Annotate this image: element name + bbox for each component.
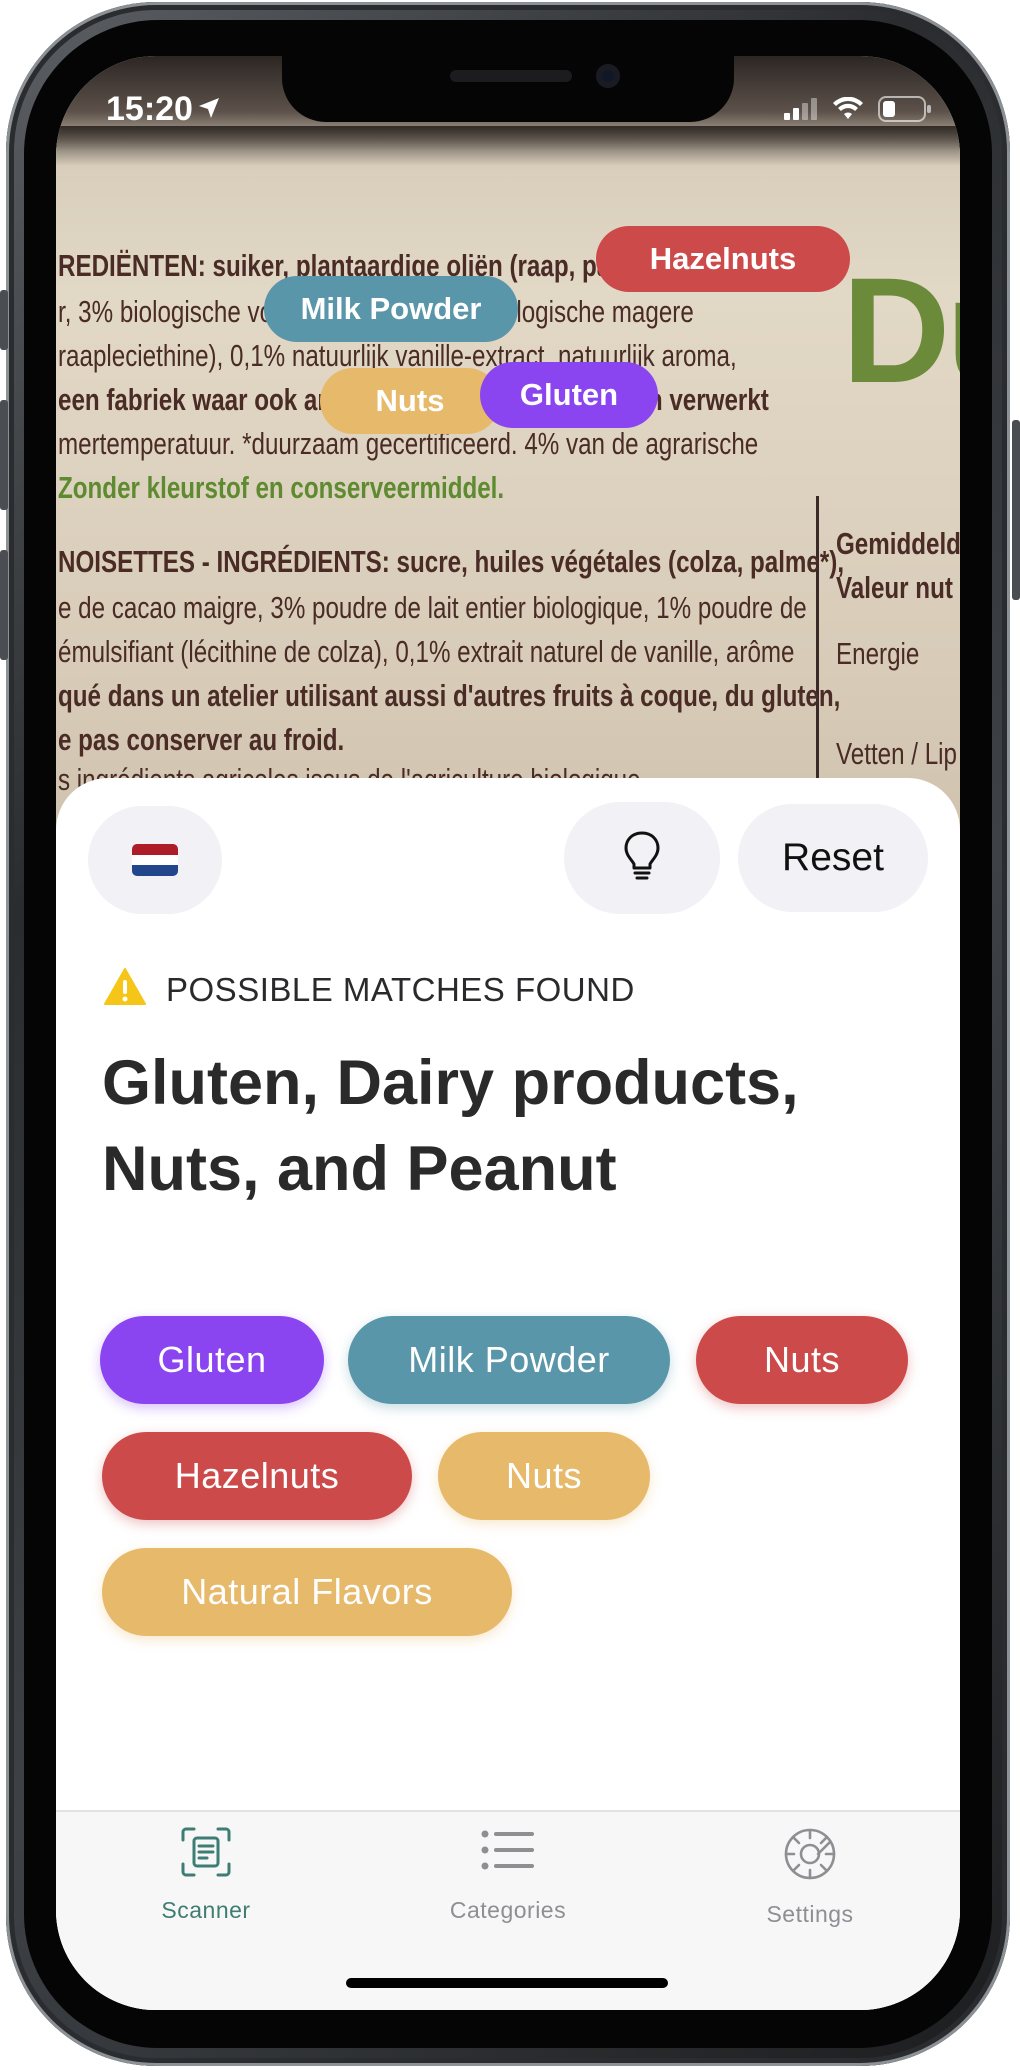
netherlands-flag-icon bbox=[132, 844, 178, 876]
front-camera bbox=[596, 64, 620, 88]
chip-natural-flavors[interactable]: Natural Flavors bbox=[102, 1548, 512, 1636]
label-edge bbox=[56, 126, 960, 166]
tab-label-settings: Settings bbox=[766, 1901, 854, 1927]
earpiece bbox=[450, 70, 572, 82]
label-text-right: Vetten / Lip bbox=[836, 736, 957, 771]
flag-stripe-blue bbox=[132, 865, 178, 876]
location-arrow-icon bbox=[197, 90, 221, 129]
flag-stripe-white bbox=[132, 854, 178, 866]
notch bbox=[282, 56, 734, 122]
gear-icon bbox=[782, 1826, 838, 1887]
flashlight-button[interactable] bbox=[564, 802, 720, 914]
chip-hazelnuts[interactable]: Hazelnuts bbox=[102, 1432, 412, 1520]
tab-settings[interactable]: Settings bbox=[710, 1826, 910, 1928]
chip-gluten[interactable]: Gluten bbox=[100, 1316, 324, 1404]
warning-text: POSSIBLE MATCHES FOUND bbox=[166, 970, 635, 1008]
chip-milk-powder[interactable]: Milk Powder bbox=[348, 1316, 670, 1404]
tab-label-scanner: Scanner bbox=[161, 1897, 251, 1923]
clock: 15:20 bbox=[106, 90, 193, 128]
label-text-line: émulsifiant (lécithine de colza), 0,1% e… bbox=[58, 634, 795, 669]
battery-icon bbox=[878, 96, 932, 127]
label-text-line: Zonder kleurstof en conserveermiddel. bbox=[58, 470, 505, 505]
overlay-chip-milk-powder[interactable]: Milk Powder bbox=[264, 276, 518, 342]
label-text-line: e pas conserver au froid. bbox=[58, 722, 345, 757]
overlay-chip-hazelnuts[interactable]: Hazelnuts bbox=[596, 226, 850, 292]
status-icons bbox=[784, 96, 932, 127]
chip-nuts[interactable]: Nuts bbox=[438, 1432, 650, 1520]
list-icon bbox=[480, 1826, 536, 1883]
volume-up-button bbox=[0, 290, 8, 350]
tab-categories[interactable]: Categories bbox=[408, 1826, 608, 1924]
screen: Du REDIËNTEN: suiker, plantaardige oliën… bbox=[56, 56, 960, 2010]
match-status: POSSIBLE MATCHES FOUND bbox=[104, 968, 635, 1011]
language-button[interactable] bbox=[88, 806, 222, 914]
allergen-headline: Gluten, Dairy products, Nuts, and Peanut bbox=[102, 1048, 799, 1204]
power-button bbox=[1012, 420, 1020, 600]
tab-scanner[interactable]: Scanner bbox=[106, 1826, 306, 1924]
status-time: 15:20 bbox=[106, 90, 221, 129]
label-text-right: Valeur nut bbox=[836, 570, 953, 605]
overlay-chip-nuts[interactable]: Nuts bbox=[320, 368, 500, 434]
home-indicator[interactable] bbox=[346, 1978, 668, 1988]
tab-bar: Scanner Categories Settings bbox=[56, 1810, 960, 2010]
chip-nuts[interactable]: Nuts bbox=[696, 1316, 908, 1404]
label-text-right: Gemiddeld bbox=[836, 526, 960, 561]
warning-icon bbox=[104, 968, 146, 1011]
volume-down-button bbox=[0, 400, 8, 510]
flag-stripe-red bbox=[132, 844, 178, 855]
overlay-chip-gluten[interactable]: Gluten bbox=[480, 362, 658, 428]
scanner-icon bbox=[180, 1826, 232, 1883]
cellular-signal-icon bbox=[784, 98, 818, 125]
volume-down-button-2 bbox=[0, 550, 8, 660]
wifi-icon bbox=[832, 96, 864, 126]
reset-button[interactable]: Reset bbox=[738, 804, 928, 912]
label-text-line: NOISETTES - INGRÉDIENTS: sucre, huiles v… bbox=[58, 544, 845, 579]
label-text-line: qué dans un atelier utilisant aussi d'au… bbox=[58, 678, 841, 713]
product-logo: Du bbox=[842, 246, 960, 414]
lightbulb-icon bbox=[622, 830, 662, 887]
tab-label-categories: Categories bbox=[449, 1897, 567, 1923]
camera-preview[interactable]: Du REDIËNTEN: suiker, plantaardige oliën… bbox=[56, 56, 960, 846]
label-text-right: Energie bbox=[836, 636, 920, 671]
label-text-line: e de cacao maigre, 3% poudre de lait ent… bbox=[58, 590, 807, 625]
